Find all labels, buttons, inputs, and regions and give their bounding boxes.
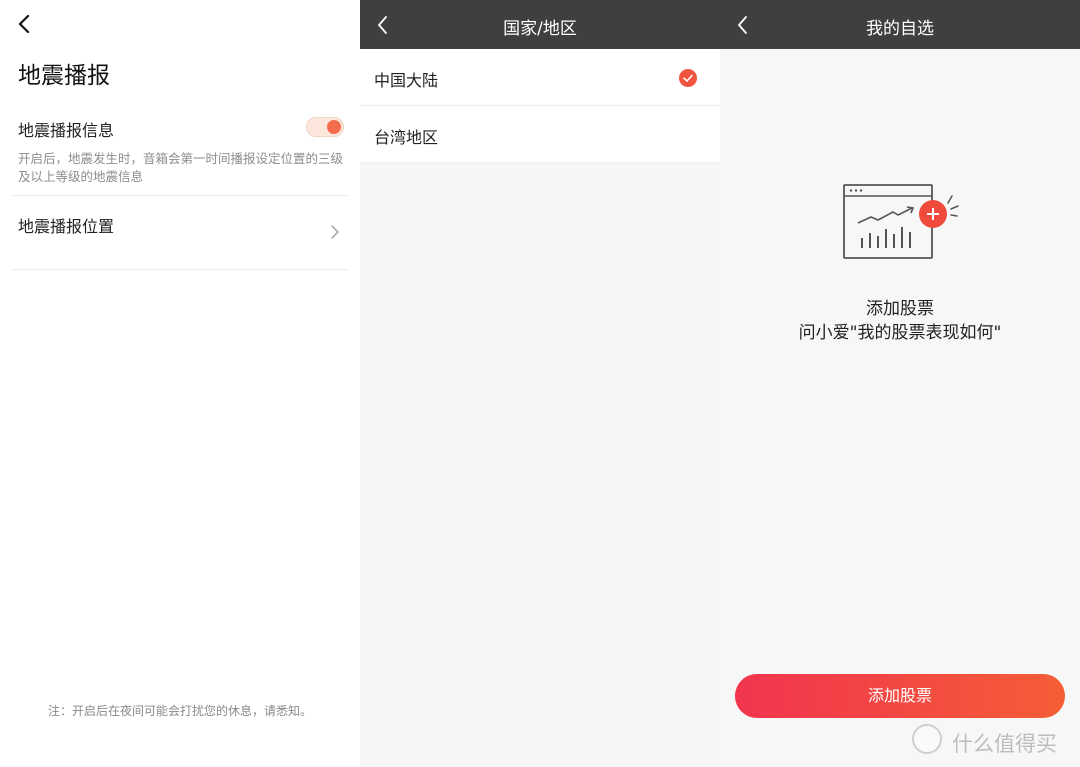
region-list: 中国大陆 台湾地区 (360, 49, 720, 163)
broadcast-location-label: 地震播报位置 (18, 217, 115, 236)
empty-state-hint: 问小爱"我的股票表现如何" (798, 323, 1002, 343)
check-icon (679, 69, 697, 87)
broadcast-info-toggle[interactable] (306, 117, 344, 137)
watermark-text: 什么值得买 (952, 732, 1057, 756)
night-disturbance-note: 注：开启后在夜间可能会打扰您的休息，请悉知。 (47, 704, 312, 718)
back-arrow-icon[interactable] (14, 10, 38, 38)
region-item-label: 中国大陆 (374, 71, 439, 90)
my-watchlist-screen: 我的自选 添加股票 问小爱"我的股票表现如何" 添加股票 什么值得买 (720, 0, 1080, 767)
broadcast-info-description: 开启后，地震发生时，音箱会第一时间播报设定位置的三级及以上等级的地震信息 (18, 151, 344, 184)
divider (12, 269, 348, 270)
top-bar: 国家/地区 (360, 0, 720, 49)
region-item-mainland[interactable]: 中国大陆 (360, 49, 720, 106)
region-item-taiwan[interactable]: 台湾地区 (360, 106, 720, 163)
toggle-knob (327, 120, 341, 134)
empty-state-title: 添加股票 (866, 299, 934, 319)
add-stock-button[interactable]: 添加股票 (735, 674, 1065, 718)
page-title: 地震播报 (18, 63, 110, 89)
earthquake-broadcast-screen: 地震播报 地震播报信息 开启后，地震发生时，音箱会第一时间播报设定位置的三级及以… (0, 0, 360, 767)
watermark-logo (912, 724, 942, 754)
chevron-right-icon (330, 224, 340, 240)
broadcast-info-label: 地震播报信息 (18, 121, 115, 140)
broadcast-location-row[interactable]: 地震播报位置 (0, 196, 360, 269)
divider (360, 162, 720, 163)
page-title: 我的自选 (866, 19, 934, 39)
stock-chart-icon (838, 176, 966, 266)
region-item-label: 台湾地区 (374, 128, 439, 147)
page-title: 国家/地区 (503, 19, 577, 39)
top-bar: 我的自选 (720, 0, 1080, 49)
country-region-screen: 国家/地区 中国大陆 台湾地区 (360, 0, 720, 767)
